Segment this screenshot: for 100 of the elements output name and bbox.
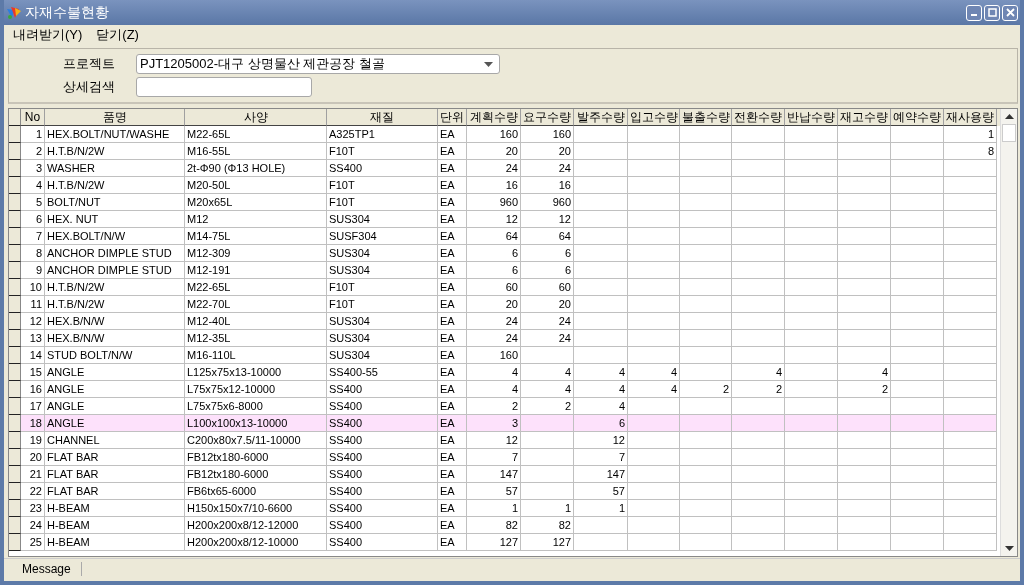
row-header[interactable] bbox=[9, 194, 21, 211]
column-header[interactable]: 단위 bbox=[438, 109, 467, 126]
project-dropdown[interactable]: PJT1205002-대구 상명물산 제관공장 철골 bbox=[136, 54, 500, 74]
row-header[interactable] bbox=[9, 364, 21, 381]
row-header[interactable] bbox=[9, 415, 21, 432]
column-header[interactable]: 요구수량 bbox=[521, 109, 574, 126]
table-cell: H200x200x8/12-10000 bbox=[185, 534, 327, 551]
column-header[interactable]: No bbox=[21, 109, 45, 126]
row-header[interactable] bbox=[9, 279, 21, 296]
table-cell: 2 bbox=[680, 381, 732, 398]
table-cell: 8 bbox=[944, 143, 997, 160]
table-cell: 20 bbox=[521, 296, 574, 313]
row-header[interactable] bbox=[9, 160, 21, 177]
row-header[interactable] bbox=[9, 245, 21, 262]
table-cell bbox=[628, 517, 680, 534]
table-cell bbox=[628, 415, 680, 432]
table-cell: 4 bbox=[628, 381, 680, 398]
table-cell bbox=[574, 126, 628, 143]
table-cell bbox=[732, 313, 785, 330]
window-title: 자재수불현황 bbox=[25, 3, 110, 22]
table-cell: EA bbox=[438, 449, 467, 466]
table-cell bbox=[785, 262, 838, 279]
table-cell: 20 bbox=[467, 143, 521, 160]
column-header[interactable]: 반납수량 bbox=[785, 109, 838, 126]
column-header[interactable]: 재사용량 bbox=[944, 109, 997, 126]
table-cell bbox=[891, 126, 944, 143]
row-header[interactable] bbox=[9, 177, 21, 194]
search-field[interactable] bbox=[136, 77, 312, 97]
row-header[interactable] bbox=[9, 483, 21, 500]
row-header[interactable] bbox=[9, 500, 21, 517]
table-cell: FB12tx180-6000 bbox=[185, 449, 327, 466]
table-cell bbox=[944, 211, 997, 228]
table-cell: 9 bbox=[21, 262, 45, 279]
table-cell: C200x80x7.5/11-10000 bbox=[185, 432, 327, 449]
scroll-up-icon[interactable] bbox=[1004, 114, 1014, 119]
row-header[interactable] bbox=[9, 347, 21, 364]
row-header[interactable] bbox=[9, 143, 21, 160]
minimize-button[interactable] bbox=[966, 4, 982, 21]
table-cell: H-BEAM bbox=[45, 500, 185, 517]
table-cell bbox=[838, 483, 891, 500]
vertical-scrollbar[interactable] bbox=[1000, 109, 1017, 556]
scroll-down-icon[interactable] bbox=[1004, 546, 1014, 551]
table-cell bbox=[628, 347, 680, 364]
table-cell: 2 bbox=[732, 381, 785, 398]
row-header[interactable] bbox=[9, 313, 21, 330]
scroll-thumb[interactable] bbox=[1002, 124, 1016, 142]
table-cell bbox=[785, 449, 838, 466]
table-cell bbox=[680, 330, 732, 347]
row-header[interactable] bbox=[9, 262, 21, 279]
row-header[interactable] bbox=[9, 330, 21, 347]
column-header[interactable]: 불출수량 bbox=[680, 109, 732, 126]
row-header[interactable] bbox=[9, 381, 21, 398]
table-cell: 12 bbox=[521, 211, 574, 228]
table-cell bbox=[680, 177, 732, 194]
column-header[interactable]: 재질 bbox=[327, 109, 438, 126]
table-cell: 4 bbox=[574, 381, 628, 398]
row-header[interactable] bbox=[9, 126, 21, 143]
table-cell bbox=[785, 126, 838, 143]
row-header[interactable] bbox=[9, 398, 21, 415]
table-cell: EA bbox=[438, 517, 467, 534]
row-header[interactable] bbox=[9, 432, 21, 449]
table-cell bbox=[680, 534, 732, 551]
table-cell: 1 bbox=[521, 500, 574, 517]
menu-item[interactable]: 닫기(Z) bbox=[96, 26, 139, 44]
row-header[interactable] bbox=[9, 296, 21, 313]
maximize-button[interactable] bbox=[984, 4, 1000, 21]
status-message: Message bbox=[4, 562, 82, 576]
table-cell: 24 bbox=[21, 517, 45, 534]
table-cell bbox=[680, 262, 732, 279]
column-header[interactable]: 예약수량 bbox=[891, 109, 944, 126]
column-header[interactable]: 발주수량 bbox=[574, 109, 628, 126]
table-cell bbox=[732, 143, 785, 160]
table-cell bbox=[574, 160, 628, 177]
row-header[interactable] bbox=[9, 211, 21, 228]
table-cell bbox=[628, 534, 680, 551]
table-cell bbox=[574, 347, 628, 364]
column-header[interactable]: 재고수량 bbox=[838, 109, 891, 126]
row-header[interactable] bbox=[9, 228, 21, 245]
table-cell: H-BEAM bbox=[45, 534, 185, 551]
table-cell: 20 bbox=[467, 296, 521, 313]
column-header[interactable]: 계획수량 bbox=[467, 109, 521, 126]
table-cell: F10T bbox=[327, 279, 438, 296]
table-cell bbox=[732, 500, 785, 517]
row-header[interactable] bbox=[9, 449, 21, 466]
table-cell: 1 bbox=[21, 126, 45, 143]
column-header[interactable]: 전환수량 bbox=[732, 109, 785, 126]
row-header[interactable] bbox=[9, 466, 21, 483]
table-cell: 1 bbox=[574, 500, 628, 517]
close-button[interactable] bbox=[1002, 4, 1018, 21]
row-header[interactable] bbox=[9, 534, 21, 551]
column-header[interactable]: 사양 bbox=[185, 109, 327, 126]
table-cell: 12 bbox=[467, 432, 521, 449]
menu-item[interactable]: 내려받기(Y) bbox=[13, 26, 83, 44]
table-cell: 64 bbox=[521, 228, 574, 245]
table-cell: SS400 bbox=[327, 415, 438, 432]
row-header[interactable] bbox=[9, 517, 21, 534]
table-cell: ANGLE bbox=[45, 415, 185, 432]
column-header[interactable]: 품명 bbox=[45, 109, 185, 126]
column-header[interactable]: 입고수량 bbox=[628, 109, 680, 126]
table-cell bbox=[521, 415, 574, 432]
